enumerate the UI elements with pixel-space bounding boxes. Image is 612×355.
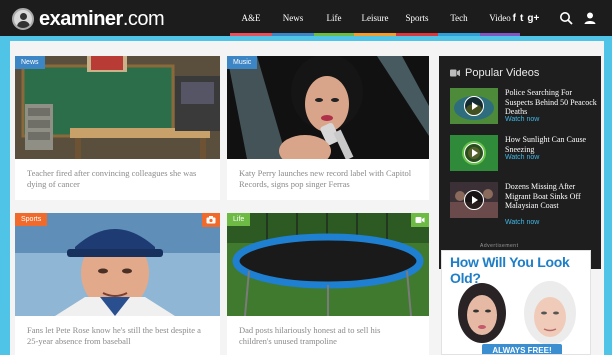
ad-button[interactable]: ALWAYS FREE! xyxy=(482,344,562,354)
camera-icon xyxy=(206,216,216,224)
logo-text: examiner xyxy=(39,7,123,30)
facebook-icon[interactable]: f xyxy=(513,13,516,24)
search-button[interactable] xyxy=(556,8,576,28)
video-camera-icon xyxy=(415,217,425,223)
category-tag[interactable]: Music xyxy=(227,56,258,69)
article-title[interactable]: Dad posts hilariously honest ad to sell … xyxy=(239,325,415,347)
main-nav: A&E News Life Leisure Sports Tech Video xyxy=(230,0,520,36)
logo-mark-icon xyxy=(12,8,34,30)
nav-item-leisure[interactable]: Leisure xyxy=(354,0,396,36)
nav-item-sports[interactable]: Sports xyxy=(396,0,438,36)
video-title[interactable]: Dozens Missing After Migrant Boat Sinks … xyxy=(505,182,597,211)
article-card[interactable]: Music Katy Perry launches new record lab… xyxy=(227,56,429,200)
article-image xyxy=(15,213,220,316)
ad-faces-image xyxy=(458,281,576,345)
article-card[interactable]: Life Dad posts hilariously honest ad to … xyxy=(227,213,429,355)
nav-item-ae[interactable]: A&E xyxy=(230,0,272,36)
site-header: examiner.com A&E News Life Leisure Sports Tec… xyxy=(0,0,612,36)
classroom-image xyxy=(15,56,220,159)
popular-videos-title: Popular Videos xyxy=(465,67,540,79)
site-logo[interactable]: examiner.com xyxy=(12,7,165,31)
video-title[interactable]: Police Searching For Suspects Behind 50 … xyxy=(505,88,597,117)
nav-item-news[interactable]: News xyxy=(272,0,314,36)
play-icon[interactable] xyxy=(464,190,484,210)
video-item[interactable]: Dozens Missing After Migrant Boat Sinks … xyxy=(450,182,600,226)
video-title[interactable]: How Sunlight Can Cause Sneezing xyxy=(505,135,597,154)
article-title[interactable]: Fans let Pete Rose know he's still the b… xyxy=(27,325,207,347)
video-item[interactable]: Police Searching For Suspects Behind 50 … xyxy=(450,88,600,126)
video-thumbnail xyxy=(450,182,498,218)
video-thumbnail xyxy=(450,135,498,171)
video-badge xyxy=(411,213,429,227)
watch-now-link[interactable]: Watch now xyxy=(505,116,539,123)
video-item[interactable]: How Sunlight Can Cause Sneezing Watch no… xyxy=(450,135,600,173)
video-thumbnail xyxy=(450,88,498,124)
baseball-player-image xyxy=(15,213,220,316)
article-card[interactable]: Sports Fans let Pete Rose know he's stil… xyxy=(15,213,220,355)
account-button[interactable] xyxy=(580,8,600,28)
article-title[interactable]: Katy Perry launches new record label wit… xyxy=(239,168,417,190)
article-image xyxy=(15,56,220,159)
search-icon xyxy=(560,12,573,25)
watch-now-link[interactable]: Watch now xyxy=(505,219,539,226)
video-camera-icon xyxy=(450,69,460,77)
article-card[interactable]: News Teacher fired after convincing coll… xyxy=(15,56,220,200)
logo-suffix: .com xyxy=(122,7,165,30)
category-tag[interactable]: Sports xyxy=(15,213,48,226)
play-icon[interactable] xyxy=(464,143,484,163)
singer-image xyxy=(227,56,429,159)
social-links: f t g+ xyxy=(506,0,546,36)
category-tag[interactable]: News xyxy=(15,56,45,69)
watch-now-link[interactable]: Watch now xyxy=(505,154,539,161)
twitter-icon[interactable]: t xyxy=(520,13,523,24)
play-icon[interactable] xyxy=(464,96,484,116)
article-image xyxy=(227,213,429,316)
googleplus-icon[interactable]: g+ xyxy=(527,13,539,24)
user-icon xyxy=(584,12,596,24)
nav-item-life[interactable]: Life xyxy=(314,0,354,36)
camera-badge xyxy=(202,213,220,227)
article-image xyxy=(227,56,429,159)
article-title[interactable]: Teacher fired after convincing colleague… xyxy=(27,168,207,190)
nav-item-tech[interactable]: Tech xyxy=(438,0,480,36)
advertisement[interactable]: How Will You Look Old? ALWAYS FREE! xyxy=(441,250,591,355)
category-tag[interactable]: Life xyxy=(227,213,251,226)
trampoline-image xyxy=(227,213,429,316)
popular-videos-panel: Popular Videos Police Searching For Susp… xyxy=(439,56,601,269)
ad-label: Advertisement xyxy=(480,243,519,249)
